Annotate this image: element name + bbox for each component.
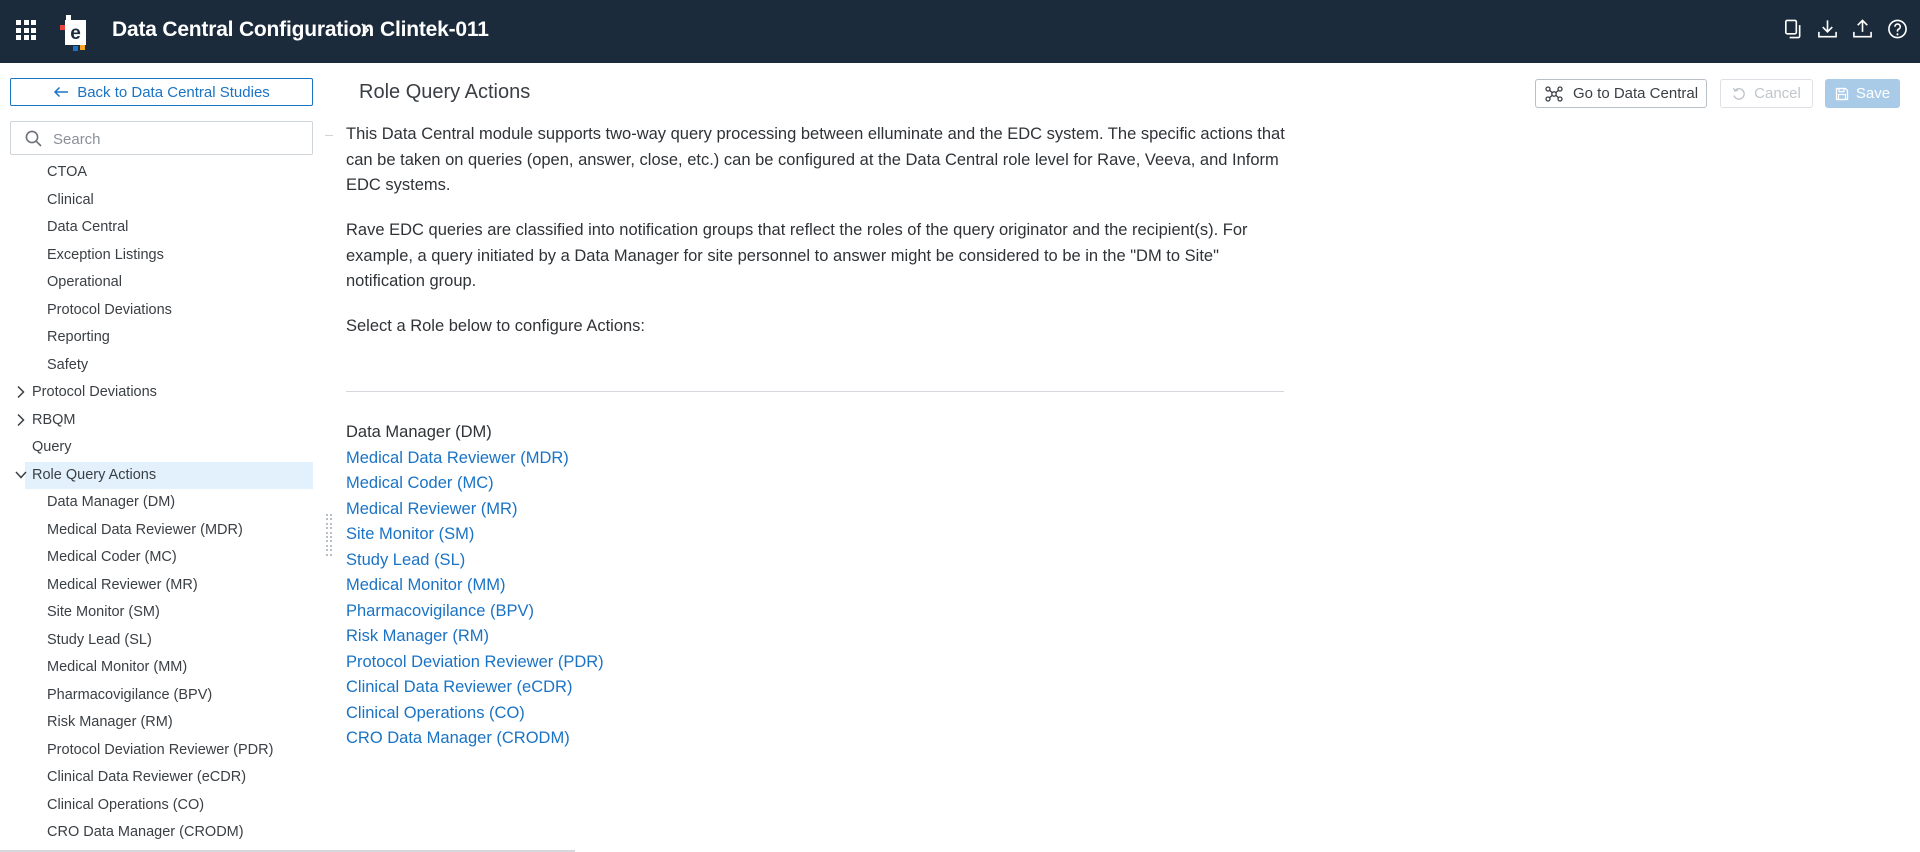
elluminate-logo-icon: e (60, 15, 86, 51)
arrow-left-icon (54, 86, 69, 98)
cancel-button[interactable]: Cancel (1720, 79, 1813, 108)
go-to-data-central-button[interactable]: Go to Data Central (1535, 79, 1707, 108)
sidebar: Back to Data Central Studies CTOAClinica… (0, 63, 333, 852)
tree-item-protocol-deviation-reviewer-pdr[interactable]: Protocol Deviation Reviewer (PDR) (47, 737, 273, 764)
network-icon (1545, 85, 1563, 102)
pane-divider (325, 135, 333, 136)
main-content: Role Query Actions Go to Data Central Ca… (334, 63, 1920, 852)
role-link-site-monitor-sm[interactable]: Site Monitor (SM) (346, 522, 604, 548)
resize-handle-icon[interactable] (326, 514, 332, 556)
tree-item-clinical-operations-co[interactable]: Clinical Operations (CO) (47, 792, 204, 819)
undo-icon (1732, 87, 1745, 100)
instruction-text: Select a Role below to configure Actions… (346, 317, 646, 335)
role-link-risk-manager-rm[interactable]: Risk Manager (RM) (346, 624, 604, 650)
tree-item-clinical-data-reviewer-ecdr[interactable]: Clinical Data Reviewer (eCDR) (47, 764, 246, 791)
tree-item-data-manager-dm[interactable]: Data Manager (DM) (47, 489, 175, 516)
chevron-right-icon (361, 23, 370, 37)
role-link-medical-monitor-mm[interactable]: Medical Monitor (MM) (346, 573, 604, 599)
search-input[interactable] (53, 129, 303, 149)
role-link-pharmacovigilance-bpv[interactable]: Pharmacovigilance (BPV) (346, 599, 604, 625)
svg-text:e: e (70, 23, 81, 44)
save-button-label: Save (1855, 85, 1891, 102)
help-icon[interactable] (1887, 18, 1908, 40)
role-link-protocol-deviation-reviewer-pdr[interactable]: Protocol Deviation Reviewer (PDR) (346, 650, 604, 676)
tree-item-pharmacovigilance-bpv[interactable]: Pharmacovigilance (BPV) (47, 682, 212, 709)
tree-item-ctoa[interactable]: CTOA (47, 159, 87, 186)
app-grid-icon[interactable] (16, 20, 36, 40)
upload-icon[interactable] (1852, 18, 1873, 40)
section-divider (346, 391, 1284, 392)
go-button-label: Go to Data Central (1572, 85, 1699, 102)
tree-item-role-query-actions[interactable]: Role Query Actions (32, 462, 156, 489)
tree-item-medical-monitor-mm[interactable]: Medical Monitor (MM) (47, 654, 187, 681)
tree-item-rbqm[interactable]: RBQM (32, 407, 76, 434)
role-link-clinical-operations-co[interactable]: Clinical Operations (CO) (346, 701, 604, 727)
tree-item-exception-listings[interactable]: Exception Listings (47, 242, 164, 269)
tree-item-protocol-deviations[interactable]: Protocol Deviations (32, 379, 157, 406)
role-link-clinical-data-reviewer-ecdr[interactable]: Clinical Data Reviewer (eCDR) (346, 675, 604, 701)
back-button-label: Back to Data Central Studies (77, 83, 270, 101)
role-link-data-manager-dm: Data Manager (DM) (346, 423, 492, 441)
tree-item-study-lead-sl[interactable]: Study Lead (SL) (47, 627, 152, 654)
tree-item-medical-data-reviewer-mdr[interactable]: Medical Data Reviewer (MDR) (47, 517, 243, 544)
tree-item-reporting[interactable]: Reporting (47, 324, 110, 351)
tree-item-cro-data-manager-crodm[interactable]: CRO Data Manager (CRODM) (47, 819, 244, 846)
tree-item-protocol-deviations[interactable]: Protocol Deviations (47, 297, 172, 324)
back-to-studies-button[interactable]: Back to Data Central Studies (10, 78, 313, 106)
top-app-bar: e Data Central Configuration Clintek-011 (0, 0, 1920, 63)
tree-item-clinical[interactable]: Clinical (47, 187, 94, 214)
role-link-medical-reviewer-mr[interactable]: Medical Reviewer (MR) (346, 497, 604, 523)
tree-item-safety[interactable]: Safety (47, 352, 88, 379)
tree-item-medical-reviewer-mr[interactable]: Medical Reviewer (MR) (47, 572, 198, 599)
page-title: Role Query Actions (359, 81, 531, 103)
download-icon[interactable] (1817, 18, 1838, 40)
role-link-medical-data-reviewer-mdr[interactable]: Medical Data Reviewer (MDR) (346, 446, 604, 472)
cancel-button-label: Cancel (1754, 85, 1801, 102)
role-link-medical-coder-mc[interactable]: Medical Coder (MC) (346, 471, 604, 497)
save-button[interactable]: Save (1825, 79, 1900, 108)
rave-paragraph: Rave EDC queries are classified into not… (346, 221, 1248, 290)
intro-paragraph: This Data Central module supports two-wa… (346, 125, 1285, 194)
role-link-cro-data-manager-crodm[interactable]: CRO Data Manager (CRODM) (346, 726, 604, 752)
tree-item-site-monitor-sm[interactable]: Site Monitor (SM) (47, 599, 160, 626)
tree-item-medical-coder-mc[interactable]: Medical Coder (MC) (47, 544, 177, 571)
tree-item-risk-manager-rm[interactable]: Risk Manager (RM) (47, 709, 173, 736)
chevron-right-icon[interactable] (14, 385, 28, 399)
app-title[interactable]: Data Central Configuration (112, 18, 374, 42)
sidebar-search (10, 121, 313, 155)
chevron-right-icon[interactable] (14, 413, 28, 427)
study-title: Clintek-011 (380, 18, 489, 41)
tree-item-data-central[interactable]: Data Central (47, 214, 128, 241)
tree-item-operational[interactable]: Operational (47, 269, 122, 296)
role-link-study-lead-sl[interactable]: Study Lead (SL) (346, 548, 604, 574)
save-icon (1835, 87, 1849, 100)
chevron-down-icon[interactable] (14, 468, 28, 482)
search-icon (25, 130, 42, 147)
tree-item-query[interactable]: Query (32, 434, 72, 461)
role-list: Data Manager (DM) Medical Data Reviewer (… (346, 420, 604, 752)
copy-icon[interactable] (1782, 18, 1803, 40)
